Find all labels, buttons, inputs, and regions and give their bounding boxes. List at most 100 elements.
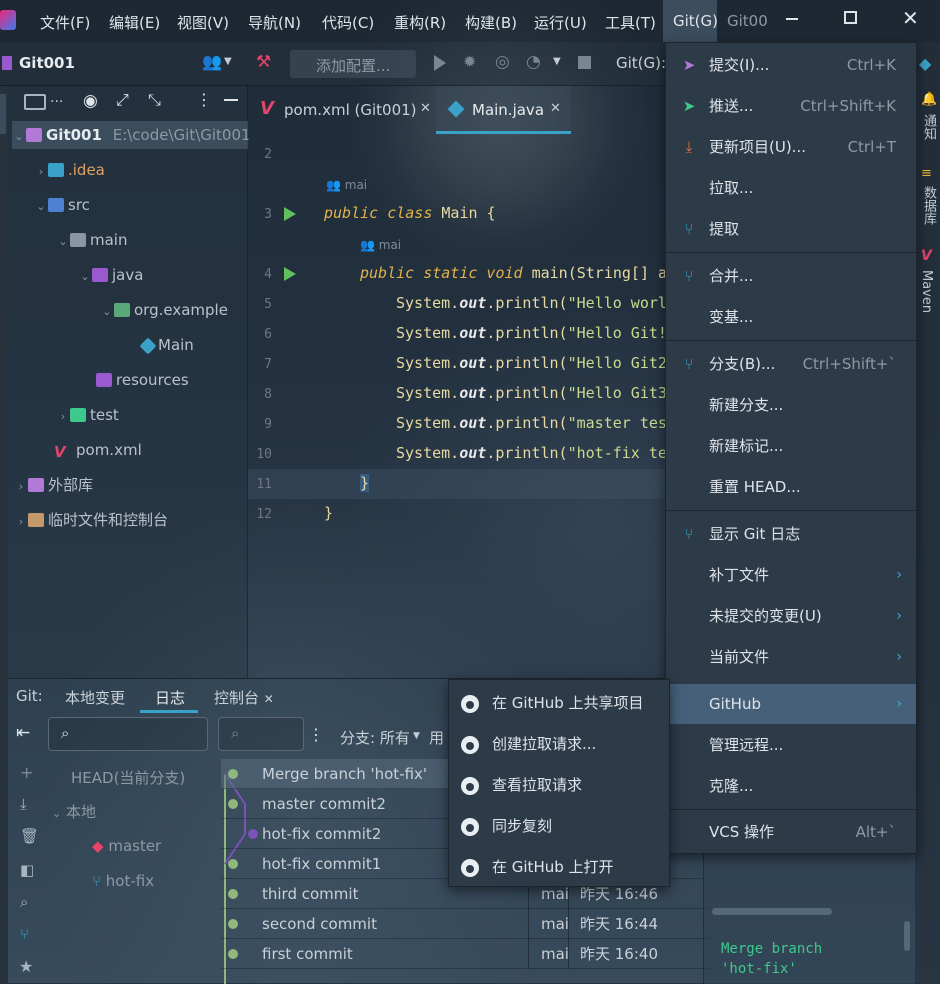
collapse-icon[interactable]: ⤡: [148, 90, 161, 110]
minimize-icon[interactable]: [786, 10, 800, 28]
hide-panel-icon[interactable]: [224, 99, 238, 101]
github-open-on-github[interactable]: 在 GitHub 上打开: [449, 847, 669, 888]
menu-push[interactable]: ➤ 推送... Ctrl+Shift+K: [666, 87, 916, 125]
close-icon[interactable]: ✕: [550, 101, 561, 116]
locate-icon[interactable]: ◉: [83, 91, 98, 111]
favorite-icon[interactable]: ★: [19, 957, 33, 976]
menu-refactor[interactable]: 重构(R): [394, 12, 446, 33]
run-main-icon[interactable]: [284, 267, 296, 281]
tab-pom[interactable]: V pom.xml (Git001) ✕: [248, 86, 436, 134]
expand-icon[interactable]: ⤢: [116, 90, 129, 110]
branches-icon[interactable]: ⑂: [20, 925, 29, 943]
menu-show-log[interactable]: ⑂ 显示 Git 日志: [666, 515, 916, 553]
details-vscroll[interactable]: [904, 921, 910, 951]
chevron-right-icon[interactable]: ›: [56, 403, 70, 431]
chevron-right-icon[interactable]: ›: [14, 508, 28, 536]
menu-clone[interactable]: 克隆...: [666, 767, 916, 805]
menu-run[interactable]: 运行(U): [534, 12, 587, 33]
hammer-icon[interactable]: ⚒: [256, 52, 271, 72]
delete-icon[interactable]: 🗑: [20, 827, 39, 845]
menu-edit[interactable]: 编辑(E): [109, 12, 160, 33]
details-scroll-thumb[interactable]: [712, 908, 832, 915]
menu-update-project[interactable]: ⤓ 更新项目(U)... Ctrl+T: [666, 128, 916, 166]
branch-local-group[interactable]: ⌄ 本地: [52, 801, 96, 822]
menu-branches[interactable]: ⑂ 分支(B)... Ctrl+Shift+`: [666, 345, 916, 383]
debug-icon[interactable]: ✹: [463, 52, 476, 71]
tree-pom[interactable]: Vpom.xml: [54, 436, 142, 464]
more-run-icon[interactable]: ▼: [553, 56, 561, 67]
github-create-pr[interactable]: 创建拉取请求...: [449, 724, 669, 765]
tree-test[interactable]: › test: [56, 401, 119, 429]
chevron-down-icon[interactable]: ⌄: [78, 263, 92, 291]
github-sync-fork[interactable]: 同步复刻: [449, 806, 669, 847]
branch-search-input[interactable]: ⌕: [48, 717, 208, 751]
add-icon[interactable]: +: [20, 763, 33, 782]
commit-search-input[interactable]: ⌕: [218, 717, 304, 751]
tab-log[interactable]: 日志: [140, 679, 198, 713]
chevron-down-icon[interactable]: ⌄: [52, 807, 61, 820]
tree-idea[interactable]: › .idea: [34, 156, 105, 184]
code-line-9[interactable]: System.out.println("master tes: [396, 414, 667, 432]
chevron-right-icon[interactable]: ›: [14, 473, 28, 501]
commit-row[interactable]: first commit mai 昨天 16:40: [221, 939, 711, 969]
code-line-12[interactable]: }: [324, 504, 333, 522]
log-options-icon[interactable]: ⋮: [308, 725, 324, 744]
menu-fetch[interactable]: ⑂ 提取: [666, 210, 916, 248]
close-icon[interactable]: ✕: [264, 692, 274, 706]
database-tool[interactable]: 数据库: [919, 186, 938, 225]
project-switcher[interactable]: Git001: [19, 54, 75, 72]
tree-java[interactable]: ⌄ java: [78, 261, 143, 289]
tab-main-java[interactable]: Main.java ✕: [436, 86, 571, 134]
chevron-down-icon[interactable]: ▼: [413, 731, 420, 741]
menu-pull[interactable]: 拉取...: [666, 169, 916, 207]
chevron-down-icon[interactable]: ⌄: [56, 228, 70, 256]
menu-tools[interactable]: 工具(T): [605, 12, 656, 33]
menu-current-file[interactable]: 当前文件 ›: [666, 638, 916, 676]
maven-icon[interactable]: V: [921, 248, 932, 264]
tab-console[interactable]: 控制台 ✕: [214, 687, 274, 708]
chevron-down-icon[interactable]: ⌄: [100, 298, 114, 326]
compare-icon[interactable]: ◧: [20, 861, 34, 879]
branch-hotfix[interactable]: ⑂ hot-fix: [92, 872, 154, 890]
chevron-right-icon[interactable]: ›: [34, 158, 48, 186]
commit-row[interactable]: second commit mai 昨天 16:44: [221, 909, 711, 939]
branch-filter[interactable]: 分支: 所有: [340, 727, 410, 748]
menu-navigate[interactable]: 导航(N): [248, 12, 301, 33]
users-icon[interactable]: 👥: [202, 52, 222, 71]
project-view-icon[interactable]: [24, 94, 46, 110]
user-filter[interactable]: 用: [429, 727, 444, 748]
collapse-branches-icon[interactable]: ⇤: [16, 723, 30, 743]
menu-vcs-operations[interactable]: VCS 操作 Alt+`: [666, 813, 916, 851]
maximize-icon[interactable]: [844, 11, 857, 24]
code-line-7[interactable]: System.out.println("Hello Git2: [396, 354, 667, 372]
code-line-8[interactable]: System.out.println("Hello Git3: [396, 384, 667, 402]
menu-rebase[interactable]: 变基...: [666, 298, 916, 336]
code-line-4[interactable]: public static void main(String[] a: [360, 264, 667, 282]
branch-master[interactable]: ◆ master: [92, 837, 161, 855]
run-class-icon[interactable]: [284, 207, 296, 221]
tree-root[interactable]: ⌄ Git001 E:\code\Git\Git001: [12, 121, 251, 151]
run-icon[interactable]: [434, 55, 446, 71]
menu-manage-remotes[interactable]: 管理远程...: [666, 726, 916, 764]
github-share-project[interactable]: 在 GitHub 上共享项目: [449, 683, 669, 724]
tree-resources[interactable]: resources: [96, 366, 189, 394]
menu-build[interactable]: 构建(B): [465, 12, 517, 33]
chevron-down-icon[interactable]: ▼: [224, 56, 232, 67]
code-line-6[interactable]: System.out.println("Hello Git!: [396, 324, 667, 342]
chevron-down-icon[interactable]: ⌄: [12, 123, 26, 151]
menu-uncommitted[interactable]: 未提交的变更(U) ›: [666, 597, 916, 635]
more-dots[interactable]: ...: [50, 90, 63, 106]
profiler-icon[interactable]: ◔: [526, 52, 541, 72]
menu-new-branch[interactable]: 新建分支...: [666, 386, 916, 424]
plugin-icon[interactable]: ◆: [919, 54, 931, 73]
download-icon[interactable]: ⤓: [20, 795, 27, 813]
tab-local-changes[interactable]: 本地变更: [65, 687, 125, 708]
tree-main-class[interactable]: Main: [139, 331, 194, 359]
github-view-prs[interactable]: 查看拉取请求: [449, 765, 669, 806]
notifications-tool[interactable]: 通知: [919, 114, 938, 140]
notifications-icon[interactable]: 🔔: [921, 92, 937, 107]
menu-reset-head[interactable]: 重置 HEAD...: [666, 468, 916, 506]
menu-new-tag[interactable]: 新建标记...: [666, 427, 916, 465]
tree-src[interactable]: ⌄ src: [34, 191, 90, 219]
tree-main[interactable]: ⌄ main: [56, 226, 127, 254]
